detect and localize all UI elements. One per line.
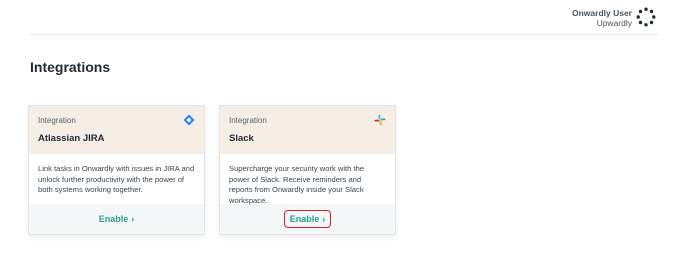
chevron-right-icon: ›	[322, 214, 326, 224]
integration-card-jira: Integration Atlassian JIRA Link tasks in…	[29, 106, 204, 234]
integration-card-slack: Integration Slack Supercharge your secur…	[220, 106, 395, 234]
user-menu[interactable]: Onwardly User Upwardly	[572, 8, 632, 28]
card-header: Integration Atlassian JIRA	[29, 106, 204, 154]
header-divider	[30, 34, 658, 35]
enable-label: Enable	[289, 214, 320, 224]
org-name: Upwardly	[596, 18, 632, 28]
card-footer: Enable ›	[220, 204, 395, 234]
enable-slack-button[interactable]: Enable ›	[283, 210, 332, 228]
user-name: Onwardly User	[572, 8, 632, 18]
jira-diamond-icon	[183, 114, 195, 126]
card-kicker: Integration	[38, 116, 76, 125]
card-kicker: Integration	[229, 116, 267, 125]
card-description: Supercharge your security work with the …	[229, 164, 365, 205]
enable-jira-button[interactable]: Enable ›	[99, 214, 135, 224]
top-bar: Onwardly User Upwardly	[0, 0, 688, 34]
card-footer: Enable ›	[29, 204, 204, 234]
card-title: Slack	[229, 133, 254, 144]
card-description: Link tasks in Onwardly with issues in JI…	[38, 164, 195, 194]
slack-icon	[374, 114, 386, 126]
page-title: Integrations	[30, 59, 111, 75]
ring-of-dots-logo-icon[interactable]	[636, 7, 656, 27]
card-title: Atlassian JIRA	[38, 133, 105, 144]
chevron-right-icon: ›	[131, 214, 135, 224]
enable-label: Enable	[98, 214, 129, 224]
card-header: Integration Slack	[220, 106, 395, 154]
